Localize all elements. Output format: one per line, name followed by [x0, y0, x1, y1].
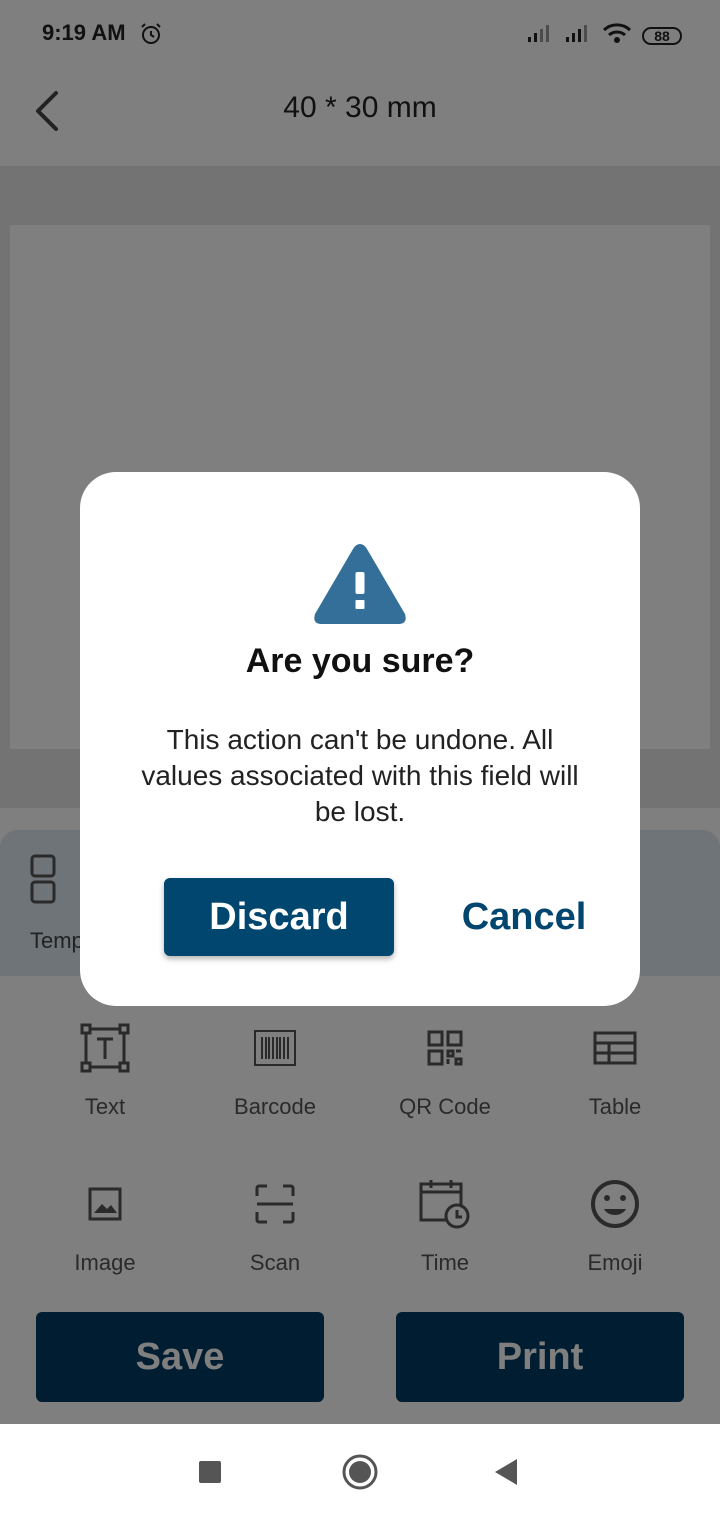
confirm-dialog: Are you sure? This action can't be undon…	[80, 472, 640, 1006]
system-nav-bar	[0, 1424, 720, 1520]
dialog-title: Are you sure?	[245, 642, 475, 680]
square-icon	[199, 1461, 221, 1483]
dialog-message: This action can't be undone. All values …	[141, 724, 579, 827]
recents-button[interactable]	[170, 1424, 250, 1520]
discard-button[interactable]: Discard	[164, 878, 394, 956]
warning-icon	[312, 540, 408, 633]
nav-back-button[interactable]	[466, 1424, 546, 1520]
cancel-button[interactable]: Cancel	[444, 878, 604, 956]
triangle-back-icon	[495, 1459, 517, 1485]
home-circle-icon	[342, 1454, 378, 1490]
home-button[interactable]	[320, 1424, 400, 1520]
